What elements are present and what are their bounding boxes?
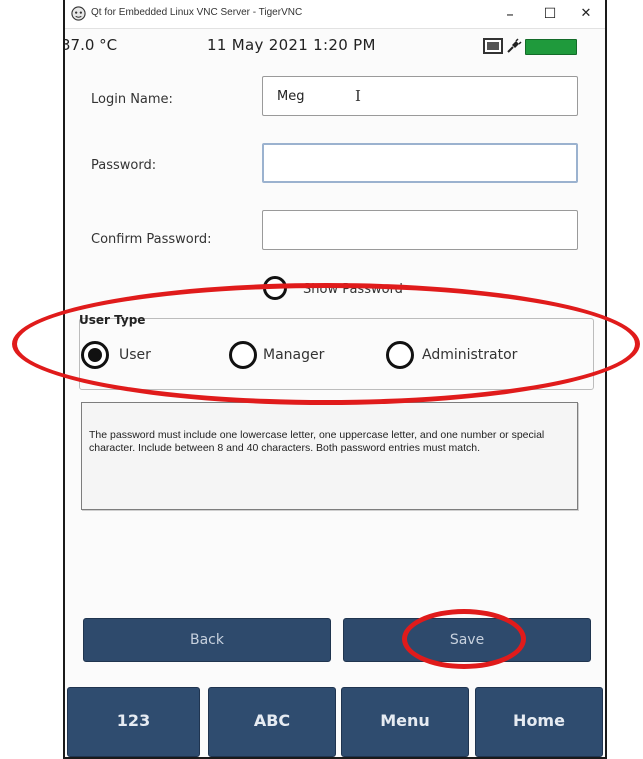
device-status-bar: 37.0 °C 11 May 2021 1:20 PM xyxy=(65,33,605,57)
close-icon[interactable]: ✕ xyxy=(571,3,601,25)
password-input[interactable] xyxy=(262,143,578,183)
window-title: Qt for Embedded Linux VNC Server - Tiger… xyxy=(91,7,303,18)
nav-abc-button[interactable]: ABC xyxy=(208,687,336,757)
window-titlebar: Qt for Embedded Linux VNC Server - Tiger… xyxy=(65,0,605,29)
text-cursor-icon: I xyxy=(355,87,361,105)
maximize-icon[interactable]: ☐ xyxy=(535,3,565,25)
password-hint-text: The password must include one lowercase … xyxy=(89,429,545,454)
annotation-ellipse-user-type xyxy=(12,283,640,405)
datetime-readout: 11 May 2021 1:20 PM xyxy=(207,36,376,54)
plug-icon xyxy=(507,38,522,53)
password-hint-box: The password must include one lowercase … xyxy=(81,402,578,510)
password-label: Password: xyxy=(91,158,157,173)
login-name-label: Login Name: xyxy=(91,92,173,107)
confirm-password-input[interactable] xyxy=(262,210,578,250)
annotation-ellipse-save xyxy=(402,609,526,669)
battery-icon xyxy=(525,39,577,55)
minimize-icon[interactable]: – xyxy=(495,3,525,25)
tigervnc-app-icon xyxy=(71,6,86,21)
nav-123-button[interactable]: 123 xyxy=(67,687,200,757)
nav-home-button[interactable]: Home xyxy=(475,687,603,757)
back-button[interactable]: Back xyxy=(83,618,331,662)
temperature-readout: 37.0 °C xyxy=(63,36,118,54)
monitor-icon xyxy=(483,38,503,54)
nav-menu-button[interactable]: Menu xyxy=(341,687,469,757)
login-name-input[interactable] xyxy=(262,76,578,116)
confirm-password-label: Confirm Password: xyxy=(91,232,212,247)
